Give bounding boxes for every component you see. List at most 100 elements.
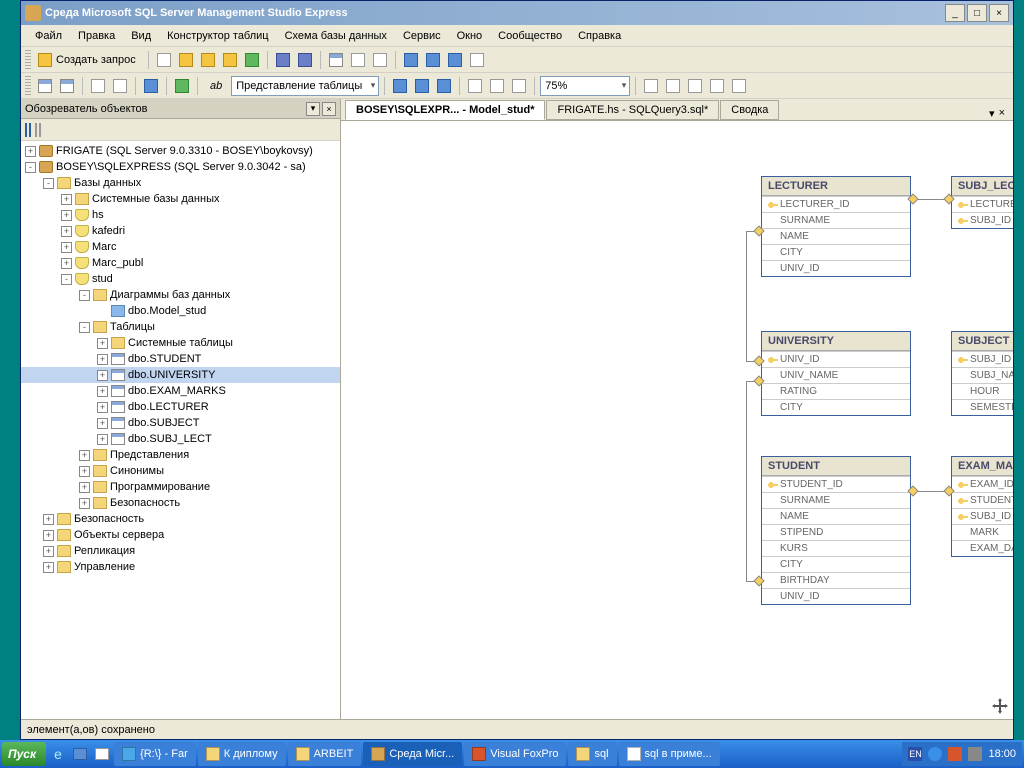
tb-btn[interactable]: [467, 50, 487, 70]
tree-node[interactable]: -Таблицы: [21, 319, 340, 335]
tree-node[interactable]: +Системные базы данных: [21, 191, 340, 207]
tree-node[interactable]: +Синонимы: [21, 463, 340, 479]
tb-btn[interactable]: [641, 76, 661, 96]
tree-node[interactable]: +Marc_publ: [21, 255, 340, 271]
diagram-table-subject[interactable]: SUBJECTSUBJ_IDSUBJ_NAMEHOURSEMESTER: [951, 331, 1013, 416]
table-column[interactable]: STIPEND: [762, 524, 910, 540]
document-tab[interactable]: FRIGATE.hs - SQLQuery3.sql*: [546, 100, 719, 120]
table-column[interactable]: UNIV_ID: [762, 260, 910, 276]
tray-icon[interactable]: [948, 747, 962, 761]
tree-node[interactable]: dbo.Model_stud: [21, 303, 340, 319]
menu-item[interactable]: Файл: [27, 28, 70, 44]
table-column[interactable]: CITY: [762, 399, 910, 415]
tb-btn[interactable]: [487, 76, 507, 96]
table-header[interactable]: SUBJECT: [952, 332, 1013, 351]
menu-item[interactable]: Справка: [570, 28, 629, 44]
menu-item[interactable]: Вид: [123, 28, 159, 44]
tb-btn[interactable]: [242, 50, 262, 70]
ql-desktop-icon[interactable]: [70, 744, 90, 764]
expand-icon[interactable]: +: [43, 562, 54, 573]
taskbar-task[interactable]: Среда Micr...: [363, 742, 462, 766]
tb-btn[interactable]: [390, 76, 410, 96]
tree-node[interactable]: +FRIGATE (SQL Server 9.0.3310 - BOSEY\bo…: [21, 143, 340, 159]
tb-btn[interactable]: [729, 76, 749, 96]
expand-icon[interactable]: +: [79, 466, 90, 477]
tb-btn[interactable]: [88, 76, 108, 96]
taskbar-task[interactable]: sql: [568, 742, 616, 766]
tb-btn[interactable]: [172, 76, 192, 96]
expand-icon[interactable]: +: [97, 402, 108, 413]
document-tab[interactable]: BOSEY\SQLEXPR... - Model_stud*: [345, 100, 545, 120]
tb-btn[interactable]: [141, 76, 161, 96]
taskbar-task[interactable]: ARBEIT: [288, 742, 362, 766]
collapse-icon[interactable]: -: [61, 274, 72, 285]
expand-icon[interactable]: +: [61, 210, 72, 221]
collapse-icon[interactable]: -: [79, 290, 90, 301]
tb-btn[interactable]: [434, 76, 454, 96]
tb-btn[interactable]: [154, 50, 174, 70]
tree-node[interactable]: -BOSEY\SQLEXPRESS (SQL Server 9.0.3042 -…: [21, 159, 340, 175]
taskbar-task[interactable]: Visual FoxPro: [464, 742, 566, 766]
tree-node[interactable]: -Диаграммы баз данных: [21, 287, 340, 303]
toolbar-grip[interactable]: [25, 76, 31, 96]
table-column[interactable]: STUDENT_ID: [762, 476, 910, 492]
diagram-canvas[interactable]: LECTURERLECTURER_IDSURNAMENAMECITYUNIV_I…: [341, 121, 1013, 719]
table-column[interactable]: SUBJ_ID: [952, 212, 1013, 228]
table-column[interactable]: NAME: [762, 508, 910, 524]
tree-node[interactable]: +Репликация: [21, 543, 340, 559]
table-column[interactable]: SURNAME: [762, 212, 910, 228]
tray-icon[interactable]: [968, 747, 982, 761]
tree-node[interactable]: +Marc: [21, 239, 340, 255]
document-tab[interactable]: Сводка: [720, 100, 779, 120]
tb-btn[interactable]: ab: [203, 76, 229, 96]
tb-btn[interactable]: [707, 76, 727, 96]
tree-node[interactable]: +dbo.LECTURER: [21, 399, 340, 415]
tb-btn[interactable]: [348, 50, 368, 70]
tree-node[interactable]: +Программирование: [21, 479, 340, 495]
table-column[interactable]: SURNAME: [762, 492, 910, 508]
tree-node[interactable]: +dbo.SUBJ_LECT: [21, 431, 340, 447]
tree-node[interactable]: +dbo.EXAM_MARKS: [21, 383, 340, 399]
collapse-icon[interactable]: -: [43, 178, 54, 189]
table-column[interactable]: NAME: [762, 228, 910, 244]
diagram-table-student[interactable]: STUDENTSTUDENT_IDSURNAMENAMESTIPENDKURSC…: [761, 456, 911, 605]
clock[interactable]: 18:00: [988, 748, 1016, 760]
taskbar-task[interactable]: {R:\} - Far: [114, 742, 196, 766]
table-column[interactable]: EXAM_DATE: [952, 540, 1013, 556]
tb-btn[interactable]: [685, 76, 705, 96]
new-query-button[interactable]: Создать запрос: [35, 50, 143, 70]
tb-btn[interactable]: [35, 76, 55, 96]
tab-close-button[interactable]: ×: [999, 107, 1005, 120]
table-column[interactable]: UNIV_ID: [762, 351, 910, 367]
tb-btn[interactable]: [412, 76, 432, 96]
disconnect-button[interactable]: [29, 124, 31, 136]
tree-node[interactable]: -stud: [21, 271, 340, 287]
table-column[interactable]: RATING: [762, 383, 910, 399]
save-button[interactable]: [273, 50, 293, 70]
close-button[interactable]: ×: [989, 4, 1009, 22]
table-header[interactable]: UNIVERSITY: [762, 332, 910, 351]
tb-btn[interactable]: [110, 76, 130, 96]
table-column[interactable]: UNIV_ID: [762, 588, 910, 604]
tree-node[interactable]: +kafedri: [21, 223, 340, 239]
toolbar-grip[interactable]: [25, 50, 31, 70]
expand-icon[interactable]: +: [43, 530, 54, 541]
diagram-table-exam_marks[interactable]: EXAM_MARKSEXAM_IDSTUDENT_IDSUBJ_IDMARKEX…: [951, 456, 1013, 557]
table-column[interactable]: EXAM_ID: [952, 476, 1013, 492]
tree-node[interactable]: +dbo.SUBJECT: [21, 415, 340, 431]
table-column[interactable]: LECTURER_ID: [952, 196, 1013, 212]
menu-item[interactable]: Правка: [70, 28, 123, 44]
save-all-button[interactable]: [295, 50, 315, 70]
tab-menu-button[interactable]: ▾: [989, 107, 995, 120]
tb-btn[interactable]: [445, 50, 465, 70]
expand-icon[interactable]: +: [61, 194, 72, 205]
menu-item[interactable]: Схема базы данных: [277, 28, 395, 44]
tree-node[interactable]: +dbo.STUDENT: [21, 351, 340, 367]
tb-btn[interactable]: [326, 50, 346, 70]
ql-ie-icon[interactable]: e: [48, 744, 68, 764]
expand-icon[interactable]: +: [97, 338, 108, 349]
expand-icon[interactable]: +: [97, 418, 108, 429]
table-column[interactable]: CITY: [762, 556, 910, 572]
minimize-button[interactable]: _: [945, 4, 965, 22]
lang-indicator[interactable]: EN: [908, 747, 922, 761]
